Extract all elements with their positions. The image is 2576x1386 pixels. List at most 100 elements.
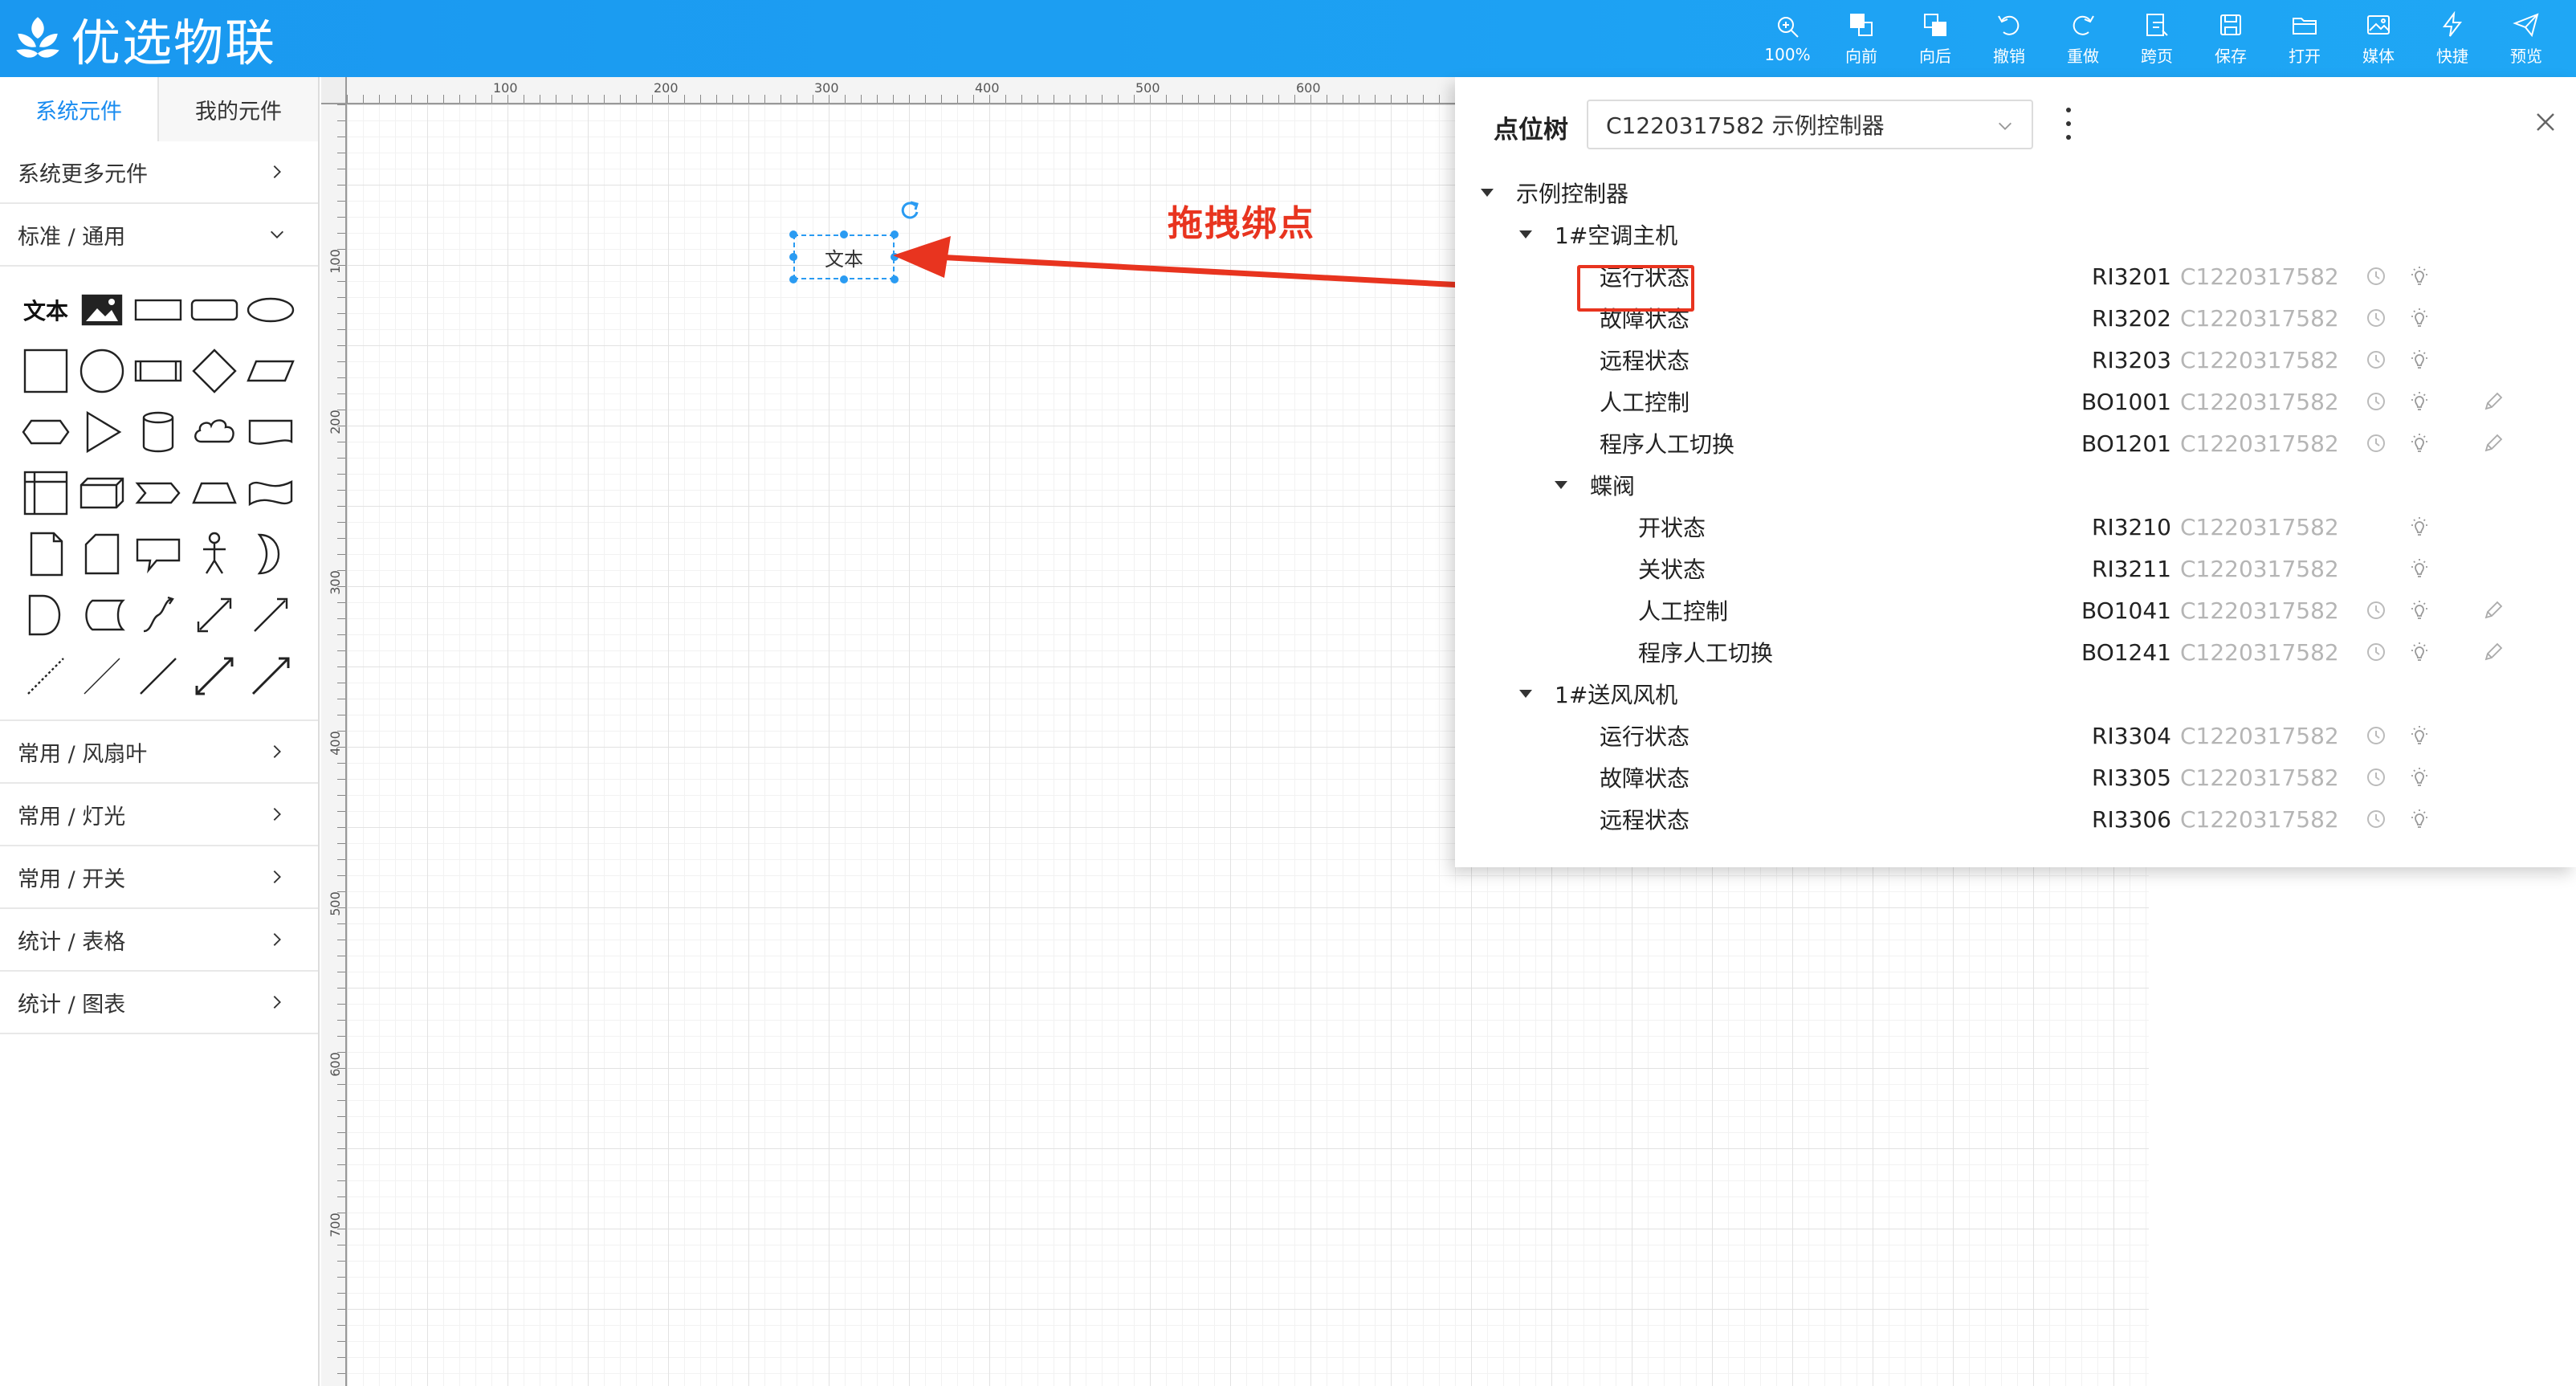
resize-handle[interactable]: [789, 253, 797, 261]
tree-point-row[interactable]: 开状态 RI3210 C1220317582: [1455, 506, 2576, 548]
step-shape-icon[interactable]: [130, 463, 186, 524]
bulb-icon[interactable]: [2407, 556, 2431, 581]
bulb-icon[interactable]: [2407, 724, 2431, 748]
history-icon[interactable]: [2364, 306, 2388, 330]
line-shape-icon[interactable]: [130, 646, 186, 707]
tree-point-row[interactable]: 人工控制 BO1041 C1220317582: [1455, 589, 2576, 631]
circle-shape-icon[interactable]: [74, 340, 130, 402]
tree-group-node[interactable]: 1#空调主机: [1455, 214, 2576, 255]
edit-icon[interactable]: [2481, 431, 2505, 455]
tree-point-row[interactable]: 程序人工切换 BO1241 C1220317582: [1455, 631, 2576, 673]
tape-shape-icon[interactable]: [243, 463, 299, 524]
caret-down-icon[interactable]: [1555, 481, 1567, 489]
hexagon-shape-icon[interactable]: [18, 402, 74, 463]
resize-handle[interactable]: [891, 275, 899, 283]
bulb-icon[interactable]: [2407, 431, 2431, 455]
history-icon[interactable]: [2364, 765, 2388, 789]
bulb-icon[interactable]: [2407, 264, 2431, 288]
edit-icon[interactable]: [2481, 598, 2505, 622]
rectangle-shape-icon[interactable]: [130, 279, 186, 340]
triangle-shape-icon[interactable]: [74, 402, 130, 463]
cylinder-shape-icon[interactable]: [130, 402, 186, 463]
history-icon[interactable]: [2364, 348, 2388, 372]
card-shape-icon[interactable]: [74, 524, 130, 585]
resize-handle[interactable]: [789, 275, 797, 283]
image-shape-icon[interactable]: [74, 279, 130, 340]
caret-down-icon[interactable]: [1481, 189, 1494, 197]
sidebar-category-item[interactable]: 统计 / 图表: [0, 972, 318, 1034]
toolbar-folder-button[interactable]: 打开: [2268, 0, 2342, 77]
bulb-icon[interactable]: [2407, 640, 2431, 664]
tree-point-row[interactable]: 程序人工切换 BO1201 C1220317582: [1455, 422, 2576, 464]
stored-data-shape-icon[interactable]: [74, 585, 130, 646]
resize-handle[interactable]: [891, 230, 899, 238]
bulb-icon[interactable]: [2407, 807, 2431, 831]
caret-down-icon[interactable]: [1519, 690, 1532, 698]
controller-select[interactable]: C1220317582 示例控制器: [1587, 100, 2033, 149]
square-shape-icon[interactable]: [18, 340, 74, 402]
tree-point-row[interactable]: 人工控制 BO1001 C1220317582: [1455, 381, 2576, 422]
history-icon[interactable]: [2364, 264, 2388, 288]
tab-my-components[interactable]: 我的元件: [159, 77, 318, 141]
tree-point-row[interactable]: 故障状态 RI3305 C1220317582: [1455, 756, 2576, 798]
trapezoid-shape-icon[interactable]: [186, 463, 243, 524]
dotted-line-shape-icon[interactable]: [18, 646, 74, 707]
history-icon[interactable]: [2364, 640, 2388, 664]
arrow-shape-icon[interactable]: [243, 585, 299, 646]
bulb-icon[interactable]: [2407, 765, 2431, 789]
history-icon[interactable]: [2364, 431, 2388, 455]
toolbar-bring-forward-button[interactable]: 向前: [1824, 0, 1898, 77]
bulb-icon[interactable]: [2407, 348, 2431, 372]
arrow-line-shape-icon[interactable]: [243, 646, 299, 707]
tree-point-row[interactable]: 远程状态 RI3306 C1220317582: [1455, 798, 2576, 840]
caret-down-icon[interactable]: [1519, 230, 1532, 238]
toolbar-media-button[interactable]: 媒体: [2342, 0, 2415, 77]
resize-handle[interactable]: [789, 230, 797, 238]
tree-group-node[interactable]: 1#送风风机: [1455, 673, 2576, 715]
sidebar-category-item[interactable]: 常用 / 灯光: [0, 784, 318, 846]
process-shape-icon[interactable]: [130, 340, 186, 402]
diamond-shape-icon[interactable]: [186, 340, 243, 402]
cloud-shape-icon[interactable]: [186, 402, 243, 463]
sidebar-item-standard[interactable]: 标准 / 通用: [0, 204, 318, 267]
history-icon[interactable]: [2364, 598, 2388, 622]
resize-handle[interactable]: [840, 230, 848, 238]
toolbar-lightning-button[interactable]: 快捷: [2415, 0, 2489, 77]
bulb-icon[interactable]: [2407, 306, 2431, 330]
or-shape-icon[interactable]: [243, 524, 299, 585]
ellipse-shape-icon[interactable]: [243, 279, 299, 340]
bulb-icon[interactable]: [2407, 598, 2431, 622]
toolbar-send-backward-button[interactable]: 向后: [1898, 0, 1972, 77]
resize-handle[interactable]: [840, 275, 848, 283]
rounded-rect-shape-icon[interactable]: [186, 279, 243, 340]
history-icon[interactable]: [2364, 389, 2388, 414]
toolbar-undo-button[interactable]: 撤销: [1972, 0, 2046, 77]
toolbar-save-button[interactable]: 保存: [2194, 0, 2268, 77]
close-icon[interactable]: [2531, 108, 2560, 137]
canvas-text-element[interactable]: 文本: [793, 234, 895, 279]
sidebar-category-item[interactable]: 常用 / 开关: [0, 846, 318, 909]
sidebar-item-more-components[interactable]: 系统更多元件: [0, 141, 318, 204]
tree-group-node[interactable]: 蝶阀: [1455, 464, 2576, 506]
document-shape-icon[interactable]: [243, 402, 299, 463]
toolbar-send-button[interactable]: 预览: [2489, 0, 2563, 77]
bulb-icon[interactable]: [2407, 515, 2431, 539]
tree-point-row[interactable]: 远程状态 RI3203 C1220317582: [1455, 339, 2576, 381]
toolbar-redo-button[interactable]: 重做: [2046, 0, 2120, 77]
more-options-icon[interactable]: [2062, 108, 2075, 140]
text-shape[interactable]: 文本: [18, 279, 74, 340]
tree-point-row[interactable]: 运行状态 RI3304 C1220317582: [1455, 715, 2576, 756]
tab-system-components[interactable]: 系统元件: [0, 77, 159, 141]
curve-shape-icon[interactable]: [130, 585, 186, 646]
tree-point-row[interactable]: 关状态 RI3211 C1220317582: [1455, 548, 2576, 589]
edit-icon[interactable]: [2481, 389, 2505, 414]
resize-handle[interactable]: [891, 253, 899, 261]
sidebar-category-item[interactable]: 常用 / 风扇叶: [0, 721, 318, 784]
history-icon[interactable]: [2364, 724, 2388, 748]
parallelogram-shape-icon[interactable]: [243, 340, 299, 402]
thin-line-shape-icon[interactable]: [74, 646, 130, 707]
note-shape-icon[interactable]: [18, 524, 74, 585]
history-icon[interactable]: [2364, 807, 2388, 831]
callout-shape-icon[interactable]: [130, 524, 186, 585]
bulb-icon[interactable]: [2407, 389, 2431, 414]
